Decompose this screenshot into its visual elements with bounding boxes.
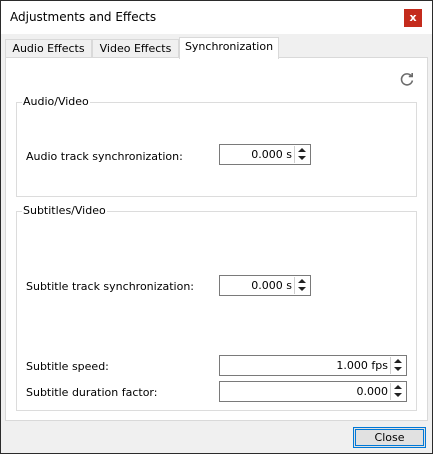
title-bar: Adjustments and Effects x xyxy=(1,1,432,34)
tab-synchronization-label: Synchronization xyxy=(184,40,274,53)
subtitle-sync-label: Subtitle track synchronization: xyxy=(26,280,194,293)
increment-arrow-icon[interactable] xyxy=(394,359,402,363)
close-button[interactable]: Close xyxy=(353,427,426,448)
decrement-arrow-icon[interactable] xyxy=(298,287,306,291)
subtitle-sync-value: 0.000 s xyxy=(251,279,292,292)
audio-sync-stepper[interactable] xyxy=(294,146,309,163)
close-icon: x xyxy=(409,11,417,24)
close-button-label: Close xyxy=(374,431,405,444)
subtitle-speed-label: Subtitle speed: xyxy=(26,360,109,373)
subtitles-video-group: Subtitles/Video Subtitle track synchroni… xyxy=(16,204,417,411)
tab-audio-effects[interactable]: Audio Effects xyxy=(5,39,92,58)
refresh-icon[interactable] xyxy=(399,71,415,87)
audio-video-group: Audio/Video Audio track synchronization:… xyxy=(16,95,417,197)
audio-sync-spinbox[interactable]: 0.000 s xyxy=(219,144,311,165)
tab-synchronization[interactable]: Synchronization xyxy=(179,37,279,59)
decrement-arrow-icon[interactable] xyxy=(298,156,306,160)
audio-sync-value: 0.000 s xyxy=(251,148,292,161)
adjustments-window: Adjustments and Effects x Audio Effects … xyxy=(0,0,433,454)
subtitle-speed-spinbox[interactable]: 1.000 fps xyxy=(219,355,407,376)
tab-video-effects[interactable]: Video Effects xyxy=(92,39,179,58)
tab-video-effects-label: Video Effects xyxy=(99,42,172,55)
subtitle-duration-label: Subtitle duration factor: xyxy=(26,386,158,399)
subtitle-duration-spinbox[interactable]: 0.000 xyxy=(219,381,407,402)
subtitles-video-group-title: Subtitles/Video xyxy=(22,204,107,217)
increment-arrow-icon[interactable] xyxy=(298,148,306,152)
synchronization-panel: Audio/Video Audio track synchronization:… xyxy=(5,57,428,421)
subtitle-duration-stepper[interactable] xyxy=(390,383,405,400)
increment-arrow-icon[interactable] xyxy=(298,279,306,283)
decrement-arrow-icon[interactable] xyxy=(394,393,402,397)
close-window-button[interactable]: x xyxy=(404,9,422,27)
tab-audio-effects-label: Audio Effects xyxy=(12,42,85,55)
subtitle-sync-stepper[interactable] xyxy=(294,277,309,294)
subtitle-duration-value: 0.000 xyxy=(356,385,389,398)
window-title: Adjustments and Effects xyxy=(10,10,157,24)
audio-sync-label: Audio track synchronization: xyxy=(26,150,183,163)
subtitle-speed-value: 1.000 fps xyxy=(336,359,388,372)
subtitle-sync-spinbox[interactable]: 0.000 s xyxy=(219,275,311,296)
audio-video-group-title: Audio/Video xyxy=(22,95,90,108)
decrement-arrow-icon[interactable] xyxy=(394,367,402,371)
increment-arrow-icon[interactable] xyxy=(394,385,402,389)
subtitle-speed-stepper[interactable] xyxy=(390,357,405,374)
